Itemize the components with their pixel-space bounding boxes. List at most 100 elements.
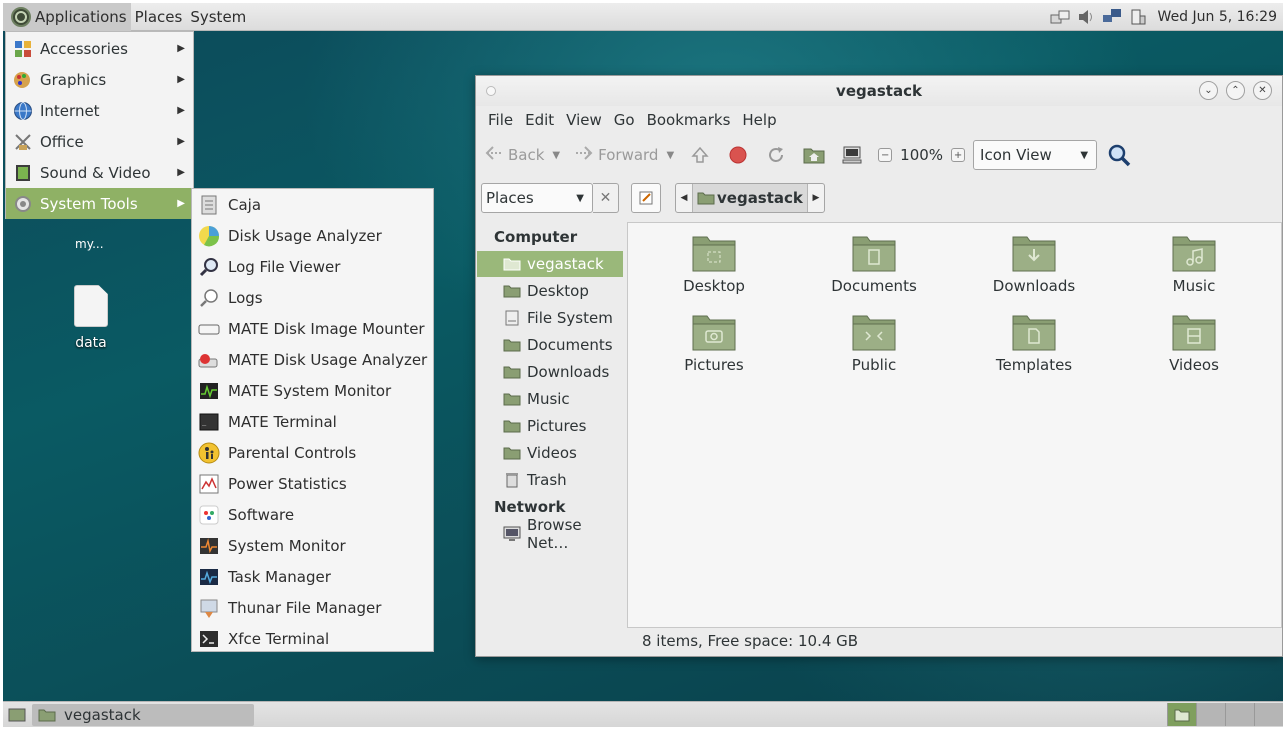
zoom-in-button[interactable]: + <box>951 148 966 162</box>
close-sidebar-button[interactable]: ✕ <box>593 183 619 213</box>
search-button[interactable] <box>1107 143 1131 167</box>
menu-bookmarks[interactable]: Bookmarks <box>641 111 737 129</box>
videos-folder-icon <box>503 445 521 461</box>
battery-icon[interactable] <box>1128 8 1148 26</box>
workspace-2[interactable] <box>1196 703 1225 726</box>
menu-view[interactable]: View <box>560 111 608 129</box>
graphics-icon <box>12 69 34 91</box>
back-button[interactable]: Back <box>484 145 544 165</box>
submenu-item-label: MATE Terminal <box>228 412 337 431</box>
submenu-item-mate-system-monitor[interactable]: MATE System Monitor <box>192 375 433 406</box>
submenu-item-label: Caja <box>228 195 262 214</box>
reload-button[interactable] <box>764 143 788 167</box>
submenu-item-xfce-terminal[interactable]: Xfce Terminal <box>192 623 433 654</box>
sidebar-item-vegastack[interactable]: vegastack <box>477 251 623 277</box>
back-history-dropdown-icon[interactable]: ▼ <box>552 150 560 161</box>
breadcrumb: ◀ vegastack ▶ <box>675 183 825 213</box>
sidebar-item-music[interactable]: Music <box>477 386 623 412</box>
breadcrumb-left-arrow-icon[interactable]: ◀ <box>676 193 692 203</box>
sidebar-item-label: vegastack <box>527 255 604 273</box>
network-manager-icon[interactable] <box>1050 8 1070 26</box>
sidebar-item-trash[interactable]: Trash <box>477 467 623 493</box>
folder-item-pictures[interactable]: Pictures <box>654 312 774 374</box>
folder-label: Downloads <box>992 277 1076 295</box>
computer-icon <box>842 146 862 164</box>
menu-help[interactable]: Help <box>736 111 782 129</box>
maximize-button[interactable]: ⌃ <box>1226 81 1245 100</box>
view-mode-select[interactable]: Icon View ▼ <box>973 140 1098 170</box>
workspace-4[interactable] <box>1254 703 1283 726</box>
clock[interactable]: Wed Jun 5, 16:29 <box>1158 9 1277 25</box>
up-button[interactable] <box>688 143 712 167</box>
system-menu[interactable]: System <box>186 3 250 31</box>
window-menu-icon[interactable] <box>486 86 496 96</box>
sidebar-item-browse-network[interactable]: Browse Net… <box>477 516 623 552</box>
applications-menu[interactable]: Applications <box>3 3 131 31</box>
menu-item-system-tools[interactable]: System Tools ▶ <box>6 188 193 219</box>
folder-item-templates[interactable]: Templates <box>974 312 1094 374</box>
menu-file[interactable]: File <box>482 111 519 129</box>
stop-button[interactable] <box>726 143 750 167</box>
folder-item-downloads[interactable]: Downloads <box>974 233 1094 295</box>
sidebar-item-pictures[interactable]: Pictures <box>477 413 623 439</box>
desktop-icon-data[interactable]: data <box>63 285 119 351</box>
sidebar-item-downloads[interactable]: Downloads <box>477 359 623 385</box>
workspace-1[interactable] <box>1167 703 1196 726</box>
home-folder-icon <box>803 148 825 164</box>
folder-item-videos[interactable]: Videos <box>1134 312 1254 374</box>
home-button[interactable] <box>802 143 826 167</box>
places-menu[interactable]: Places <box>131 3 187 31</box>
breadcrumb-right-arrow-icon[interactable]: ▶ <box>808 193 824 203</box>
submenu-item-mate-disk-usage-analyzer[interactable]: MATE Disk Usage Analyzer <box>192 344 433 375</box>
zoom-level[interactable]: 100% <box>900 146 943 164</box>
submenu-item-mate-terminal[interactable]: _ MATE Terminal <box>192 406 433 437</box>
zoom-out-button[interactable]: − <box>878 148 893 162</box>
folder-label: Videos <box>1169 356 1219 374</box>
sidebar-item-documents[interactable]: Documents <box>477 332 623 358</box>
file-view[interactable]: Desktop Documents Downloads Music Pictur… <box>627 222 1282 628</box>
network-icon[interactable] <box>1102 8 1122 26</box>
show-desktop-button[interactable] <box>6 704 28 726</box>
folder-item-public[interactable]: Public <box>814 312 934 374</box>
taskbar-button-vegastack[interactable]: vegastack <box>32 703 254 726</box>
menu-item-sound-video[interactable]: Sound & Video ▶ <box>6 157 193 188</box>
submenu-item-caja[interactable]: Caja <box>192 189 433 220</box>
menu-item-graphics[interactable]: Graphics ▶ <box>6 64 193 95</box>
sidebar-item-desktop[interactable]: Desktop <box>477 278 623 304</box>
submenu-item-parental-controls[interactable]: Parental Controls <box>192 437 433 468</box>
reload-icon <box>769 147 784 162</box>
submenu-item-thunar-file-manager[interactable]: Thunar File Manager <box>192 592 433 623</box>
submenu-item-power-statistics[interactable]: Power Statistics <box>192 468 433 499</box>
volume-icon[interactable] <box>1076 8 1096 26</box>
workspace-3[interactable] <box>1225 703 1254 726</box>
submenu-item-software[interactable]: Software <box>192 499 433 530</box>
sidebar-item-videos[interactable]: Videos <box>477 440 623 466</box>
computer-button[interactable] <box>840 143 864 167</box>
breadcrumb-current[interactable]: vegastack <box>692 184 808 212</box>
submenu-item-mate-disk-image-mounter[interactable]: MATE Disk Image Mounter <box>192 313 433 344</box>
menu-go[interactable]: Go <box>608 111 641 129</box>
forward-history-dropdown-icon[interactable]: ▼ <box>666 150 674 161</box>
submenu-arrow-icon: ▶ <box>177 74 185 85</box>
sidebar-pane-select[interactable]: Places ▼ <box>481 183 593 213</box>
forward-button[interactable]: Forward <box>574 145 658 165</box>
submenu-item-log-file-viewer[interactable]: Log File Viewer <box>192 251 433 282</box>
menu-item-internet[interactable]: Internet ▶ <box>6 95 193 126</box>
window-titlebar[interactable]: vegastack ⌄ ⌃ ✕ <box>476 76 1282 106</box>
submenu-item-disk-usage-analyzer[interactable]: Disk Usage Analyzer <box>192 220 433 251</box>
menu-item-office[interactable]: Office ▶ <box>6 126 193 157</box>
submenu-item-system-monitor[interactable]: System Monitor <box>192 530 433 561</box>
folder-item-documents[interactable]: Documents <box>814 233 934 295</box>
submenu-item-logs[interactable]: Logs <box>192 282 433 313</box>
folder-item-music[interactable]: Music <box>1134 233 1254 295</box>
submenu-item-task-manager[interactable]: Task Manager <box>192 561 433 592</box>
folder-item-desktop[interactable]: Desktop <box>654 233 774 295</box>
sidebar-item-label: Documents <box>527 336 613 354</box>
minimize-button[interactable]: ⌄ <box>1199 81 1218 100</box>
close-button[interactable]: ✕ <box>1253 81 1272 100</box>
sidebar-item-file-system[interactable]: File System <box>477 305 623 331</box>
menu-edit[interactable]: Edit <box>519 111 560 129</box>
menu-item-label: Office <box>40 132 84 151</box>
edit-location-button[interactable] <box>631 183 661 213</box>
menu-item-accessories[interactable]: Accessories ▶ <box>6 33 193 64</box>
